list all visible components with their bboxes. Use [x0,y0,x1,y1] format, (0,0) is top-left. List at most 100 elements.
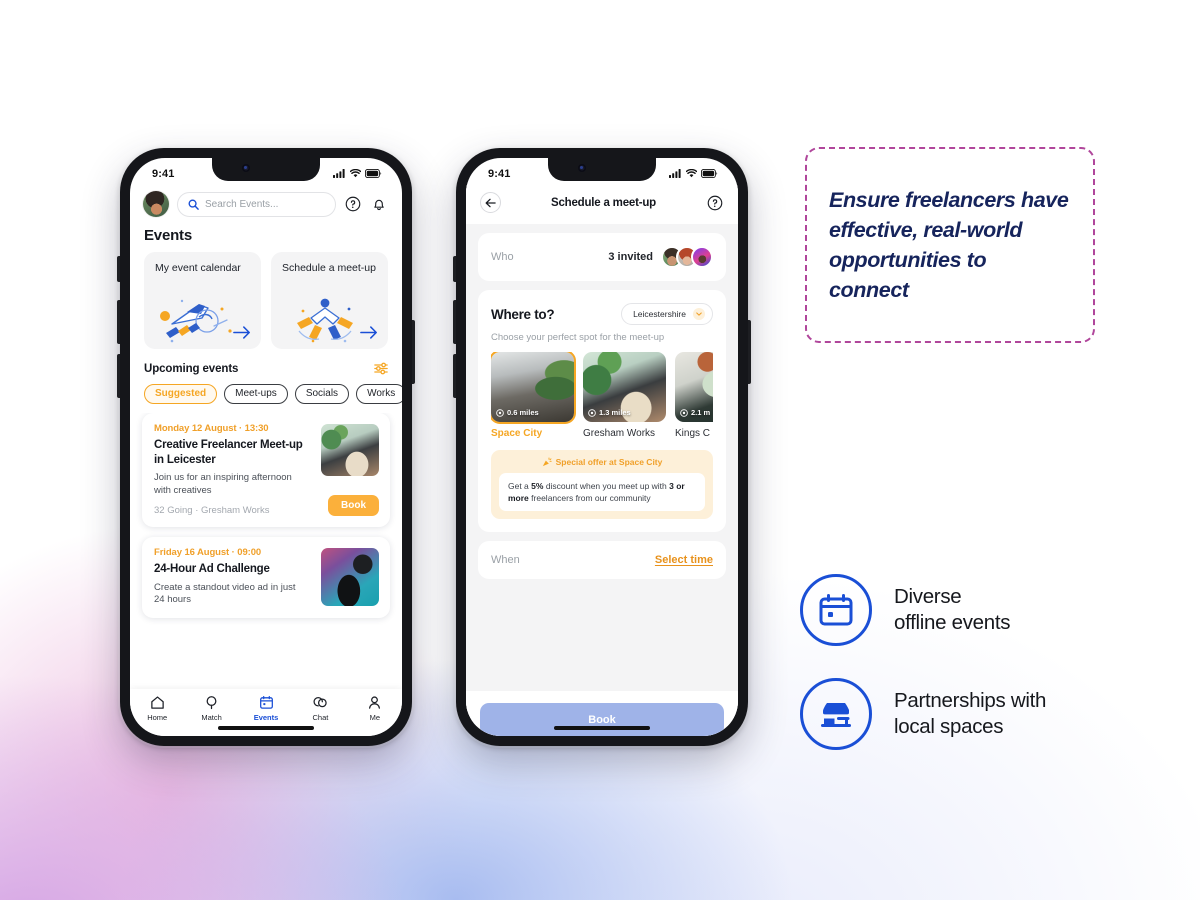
tab-events[interactable]: Events [239,695,293,722]
chip-socials[interactable]: Socials [294,384,350,404]
chip-workshops[interactable]: Works [356,384,402,404]
offer-text-mid: discount when you meet up with [543,481,670,491]
feature-diverse-offline-events: Diverse offline events [800,574,1011,646]
cellular-signal-icon [669,169,681,178]
lounge-photo [321,424,379,476]
tab-label: Home [147,713,168,722]
invited-count: 3 invited [608,251,653,263]
status-time: 9:41 [488,167,511,180]
card-title: My event calendar [155,262,241,274]
avatar [691,246,713,268]
page-title: Schedule a meet-up [550,196,657,209]
event-title: 24-Hour Ad Challenge [154,563,270,575]
feature-line-1: Partnerships with [894,689,1047,712]
home-indicator [218,726,314,730]
location-pin-icon [496,408,504,417]
app-top-bar: Search Events... [130,185,402,225]
tab-label: Chat [312,713,329,722]
tab-home[interactable]: Home [130,695,184,722]
cellular-signal-icon [333,169,345,178]
arrow-right-icon[interactable] [233,326,251,339]
search-input[interactable]: Search Events... [177,191,336,217]
chip-meet-ups[interactable]: Meet-ups [224,384,288,404]
filter-chips: Suggested Meet-ups Socials Works [130,375,402,404]
venue-name: Kings C [675,428,711,439]
people-illustration [297,298,353,343]
phone-button-volume-up [453,300,456,344]
phone-button-volume-down [117,354,120,398]
special-offer-banner: Special offer at Space City Get a 5% dis… [491,450,713,519]
when-label: When [491,554,520,566]
select-time-link[interactable]: Select time [655,554,713,566]
quote-text: Ensure freelancers have effective, real-… [829,188,1069,302]
status-bar: 9:41 [130,158,402,185]
tab-chat[interactable]: Chat [293,695,347,722]
venue-photo: 0.6 miles [491,352,576,424]
offer-body: Get a 5% discount when you meet up with … [499,473,705,511]
storefront-icon [800,678,872,750]
arrow-right-icon[interactable] [360,326,378,339]
page-title: Events [144,227,192,244]
location-pin-icon [680,408,688,417]
chevron-down-icon [693,308,705,320]
offer-heading: Special offer at Space City [555,457,663,467]
phone-mockup-events: 9:41 Search Events... Events My event ca… [117,146,415,748]
help-circle-icon[interactable] [706,194,724,212]
tab-match[interactable]: Match [184,695,238,722]
location-pin-icon [588,408,596,417]
venue-carousel[interactable]: 0.6 miles Space City 1.3 miles Gresham W… [491,352,713,439]
card-my-event-calendar[interactable]: My event calendar [144,252,261,349]
phone-button-power [748,320,751,384]
phone-button-volume-up [117,300,120,344]
who-section[interactable]: Who 3 invited [478,233,726,281]
list-item[interactable]: Friday 16 August · 09:00 24-Hour Ad Chal… [142,537,390,618]
match-icon [206,696,217,710]
venue-card-kings-c[interactable]: 2.1 m Kings C [675,352,713,439]
card-schedule-meetup[interactable]: Schedule a meet-up [271,252,388,349]
calendar-outline-icon [800,574,872,646]
event-description: Create a standout video ad in just 24 ho… [154,581,296,606]
quick-cards: My event calendar Schedule a meet-up [130,252,402,349]
book-button[interactable]: Book [480,703,724,736]
nav-bar: Schedule a meet-up [466,185,738,224]
phone2-screen: 9:41 Schedule a meet-up Who 3 invited Wh… [466,158,738,736]
wifi-icon [686,169,697,178]
filter-sliders-icon[interactable] [374,362,388,375]
event-description: Join us for an inspiring afternoon with … [154,472,292,496]
section-subtitle: Choose your perfect spot for the meet-up [491,332,665,343]
venue-distance: 0.6 miles [496,408,539,417]
venue-card-gresham-works[interactable]: 1.3 miles Gresham Works [583,352,666,439]
arrow-left-icon [485,198,496,207]
feature-line-2: local spaces [894,715,1004,738]
venue-photo: 2.1 m [675,352,713,422]
invitee-avatars[interactable] [661,246,713,268]
who-label: Who [491,251,514,263]
phone-mockup-schedule: 9:41 Schedule a meet-up Who 3 invited Wh… [453,146,751,748]
notification-bell-icon[interactable] [370,195,388,213]
battery-icon [701,169,718,178]
phone-button-mute [117,256,120,282]
rocket-illustration [160,299,232,343]
venue-card-space-city[interactable]: 0.6 miles Space City [491,352,576,439]
venue-name: Gresham Works [583,428,656,439]
search-placeholder: Search Events... [205,198,279,210]
book-button[interactable]: Book [328,495,379,516]
tab-label: Me [369,713,381,722]
feature-label: Diverse offline events [894,584,1011,636]
help-circle-icon[interactable] [344,195,362,213]
venue-distance: 2.1 m [680,408,710,417]
quote-callout: Ensure freelancers have effective, real-… [805,147,1095,343]
tab-me[interactable]: Me [348,695,402,722]
back-button[interactable] [480,192,501,213]
region-select[interactable]: Leicestershire [621,303,713,325]
list-item[interactable]: Monday 12 August · 13:30 Creative Freela… [142,413,390,527]
camera-photo [321,548,379,606]
when-section[interactable]: When Select time [478,541,726,579]
wifi-icon [350,169,361,178]
avatar[interactable] [143,191,169,217]
chat-icon [313,697,328,708]
chip-suggested[interactable]: Suggested [144,384,218,404]
person-icon [369,696,381,709]
offer-discount: 5% [531,481,544,491]
battery-icon [365,169,382,178]
